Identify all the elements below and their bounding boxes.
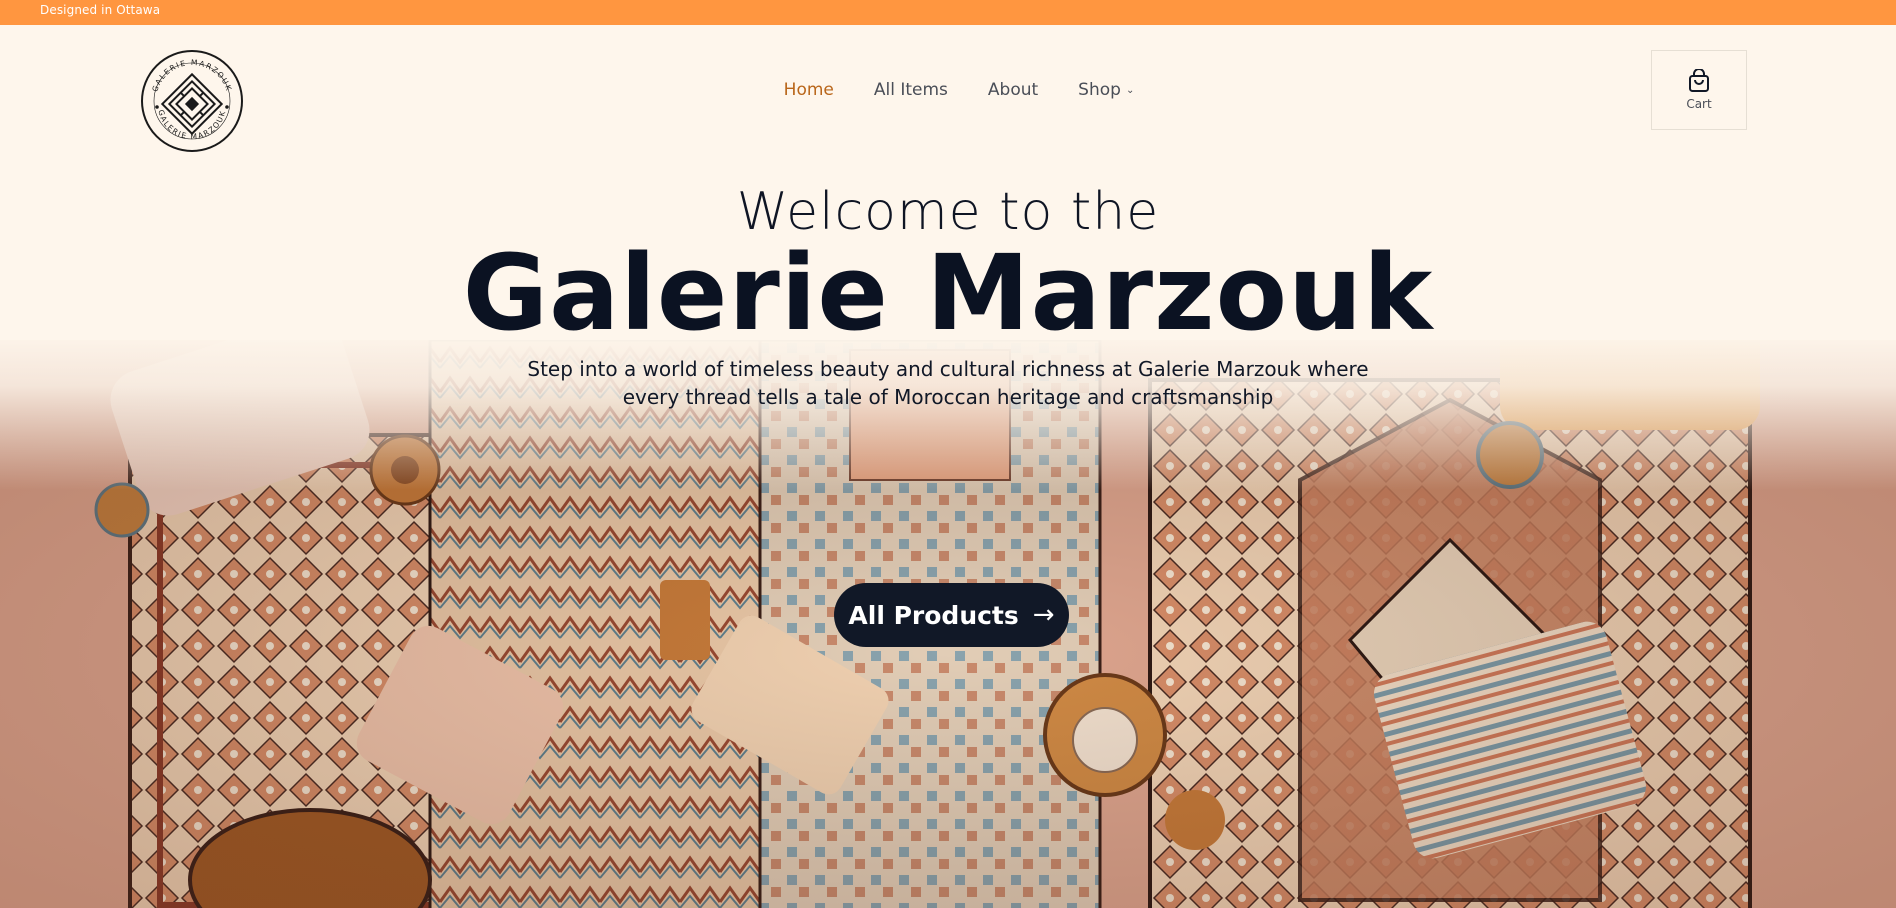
- announcement-text: Designed in Ottawa: [40, 3, 161, 17]
- nav-about-label: About: [987, 80, 1039, 100]
- main-nav: Home All Items About Shop ⌄: [0, 80, 1896, 100]
- nav-shop-dropdown[interactable]: Shop ⌄: [1078, 80, 1134, 100]
- hero-tagline: Step into a world of timeless beauty and…: [0, 355, 1896, 411]
- hero-tagline-line-1: Step into a world of timeless beauty and…: [527, 357, 1369, 381]
- announcement-bar: Designed in Ottawa: [0, 0, 1896, 25]
- site-header: GALERIE MARZOUK GALERIE MARZOUK Home All…: [0, 25, 1896, 175]
- cart-label: Cart: [1686, 97, 1712, 111]
- nav-all-items-label: All Items: [873, 80, 948, 100]
- hero-tagline-line-2: every thread tells a tale of Moroccan he…: [622, 385, 1274, 409]
- nav-shop-label: Shop: [1078, 80, 1121, 100]
- all-products-label: All Products: [848, 600, 1019, 630]
- logo-emblem: GALERIE MARZOUK GALERIE MARZOUK: [141, 50, 243, 152]
- nav-all-items[interactable]: All Items: [874, 80, 948, 100]
- nav-about[interactable]: About: [988, 80, 1038, 100]
- nav-home-label: Home: [783, 80, 834, 100]
- all-products-button[interactable]: All Products →: [834, 583, 1069, 647]
- arrow-right-icon: →: [1032, 600, 1055, 630]
- site-logo[interactable]: GALERIE MARZOUK GALERIE MARZOUK: [140, 49, 244, 153]
- cart-button[interactable]: Cart: [1651, 50, 1747, 130]
- chevron-down-icon: ⌄: [1125, 84, 1135, 96]
- shopping-bag-icon: [1689, 69, 1709, 92]
- nav-home[interactable]: Home: [784, 80, 834, 100]
- hero-title: Galerie Marzouk: [462, 232, 1434, 354]
